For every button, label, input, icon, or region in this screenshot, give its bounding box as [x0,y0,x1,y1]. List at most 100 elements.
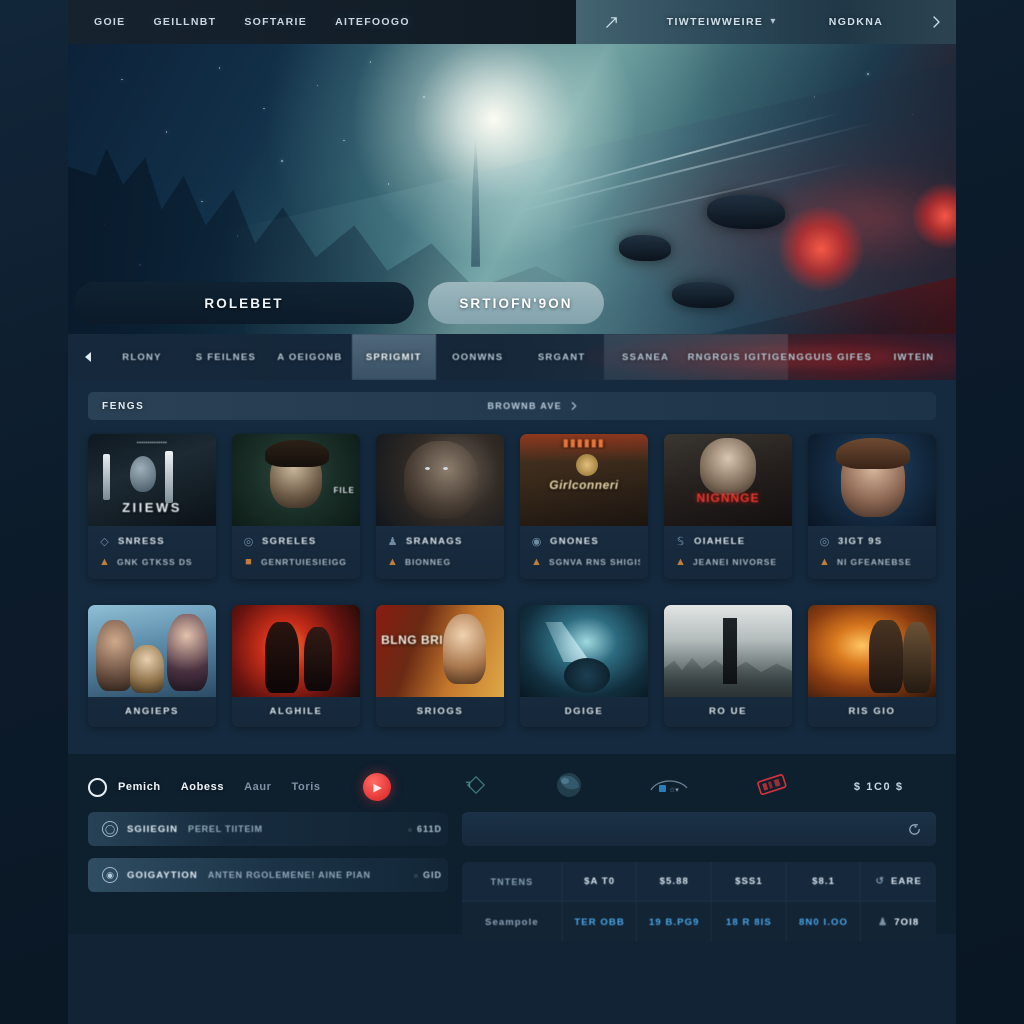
table-cell-text: 7OI8 [894,916,920,928]
top-nav-item-1[interactable]: GOIE [94,16,125,28]
media-card[interactable]: ▮▮▮▮▮▮ Girlconneri ◉ GNONES ▲ SGNVA RNS … [520,434,648,579]
content-area: FENGS BROWNB AVE ▪▪▪▪▪▪▪▪▪▪▪▪▪▪ ZIIEWS ◇… [68,380,956,754]
card-title: 3IGT 9S [838,536,883,547]
hero-secondary-button[interactable]: SRTIOFN'9ON [428,282,604,324]
poster-overlay-tagline: ▮▮▮▮▮▮ [562,437,606,449]
reload-icon[interactable] [907,822,922,837]
svg-text:☆▾: ☆▾ [669,786,679,794]
table-cell: TER OBB [562,902,638,942]
rising-arrow-icon[interactable] [576,0,646,44]
person-icon: ♟ [387,536,398,548]
category-item-2[interactable]: S FEILNES [184,334,268,380]
table-cell: $SS1 [712,862,787,902]
card-title: OIAHELE [694,536,746,547]
bottom-link-2[interactable]: Aobess [181,781,224,793]
media-card[interactable]: NIGNNGE 𝕊 OIAHELE ▲ JEANEI NIVORSE [664,434,792,579]
chevron-right-icon [571,402,577,410]
media-card[interactable]: ◎ 3IGT 9S ▲ NI GFEANEBSE [808,434,936,579]
sphere-icon[interactable] [554,771,584,804]
list-item[interactable]: ◯ SGIIEGIN PEREL TIITEIM ○ 611D [88,812,448,846]
list-item[interactable]: ◉ GOIGAYTION ANTEN RGOLEMENE! AINE PIAN … [88,858,448,892]
card-subtitle: JEANEI NIVORSE [693,556,777,567]
media-card[interactable]: ANGIEPS [88,605,216,727]
media-card[interactable]: RO UE [664,605,792,727]
card-subtitle: GENRTUIESIEIGG [261,556,347,567]
poster-image [232,605,360,697]
category-item-7[interactable]: SSANEA [603,334,688,380]
play-button[interactable]: ▶ [362,773,391,801]
list-item-name: SGIIEGIN [127,823,179,835]
list-item-value: ○ GID [414,870,448,880]
card-body: RIS GIO [808,697,936,727]
poster-image: FILE [232,434,360,526]
category-item-8[interactable]: RNGRGIS IGITIGE [687,334,789,380]
category-item-1[interactable]: RLONY [100,334,184,380]
hero-primary-button[interactable]: ROLEBET [74,282,414,324]
top-nav-next-button[interactable] [916,0,956,44]
category-item-5[interactable]: OONWNS [436,334,520,380]
list-item-desc: ANTEN RGOLEMENE! AINE PIAN [207,870,371,880]
media-card[interactable]: DGIGE [520,605,648,727]
category-item-4-active[interactable]: SPRIGMIT [351,334,436,380]
category-item-3[interactable]: A OEIGONB [268,334,352,380]
card-body: DGIGE [520,697,648,727]
top-nav-item-3[interactable]: SOFTARIE [244,16,307,28]
card-body: ANGIEPS [88,697,216,727]
price-indicator: $ 1C0 $ [853,781,904,793]
media-grid-row-1: ▪▪▪▪▪▪▪▪▪▪▪▪▪▪ ZIIEWS ◇ SNRESS ▲ GNK GTK… [88,434,936,579]
table-cell: Seampole [462,902,563,942]
media-card[interactable]: ALGHILE [232,605,360,727]
globe-icon: ◉ [102,867,118,883]
poster-image: ▪▪▪▪▪▪▪▪▪▪▪▪▪▪ ZIIEWS [88,434,216,526]
card-title: SRANAGS [406,536,463,547]
top-nav-account[interactable]: NGDKNA [796,0,916,44]
card-body: ◎ 3IGT 9S ▲ NI GFEANEBSE [808,526,936,579]
media-card[interactable]: FILE ◎ SGRELES ■ GENRTUIESIEIGG [232,434,360,579]
search-input[interactable] [462,812,936,846]
category-back-button[interactable] [68,334,100,380]
poster-image: NIGNNGE [664,434,792,526]
red-ticket-icon[interactable] [755,772,789,803]
category-item-6[interactable]: SRGANT [520,334,604,380]
category-item-9[interactable]: NGGUIS GIFES [788,334,872,380]
radio-circle-icon[interactable] [88,777,107,797]
card-title: GNONES [550,536,599,547]
card-body: SRIOGS [376,697,504,727]
gem-outline-icon[interactable] [463,774,489,801]
top-nav-left-group: GOIE GEILLNBT SOFTARIE AITEFOOGO [68,0,576,44]
bottom-list: ◯ SGIIEGIN PEREL TIITEIM ○ 611D ◉ GOIGAYT… [88,812,448,942]
card-title: RO UE [708,706,748,717]
bottom-link-4[interactable]: Toris [292,781,321,793]
media-card[interactable]: RIS GIO [808,605,936,727]
card-body: 𝕊 OIAHELE ▲ JEANEI NIVORSE [664,526,792,579]
card-title: DGIGE [564,706,604,717]
card-body: ◇ SNRESS ▲ GNK GTKSS DS [88,526,216,579]
arc-gauge-icon[interactable]: ☆▾ [648,773,690,802]
bullet-icon: ○ [407,827,413,834]
coin-icon: ◉ [531,536,542,548]
bottom-link-3[interactable]: Aaur [244,781,271,793]
top-nav-dropdown[interactable]: TIWTEIWWEIRE ▾ [646,0,796,44]
list-item-name: GOIGAYTION [127,869,198,881]
card-body: ◉ GNONES ▲ SGNVA RNS SHIGIS [520,526,648,579]
section-title: FENGS [102,400,145,412]
browse-all-link[interactable]: BROWNB AVE [144,401,922,411]
card-title: ALGHILE [269,706,323,717]
top-nav-item-2[interactable]: GEILLNBT [153,16,216,28]
card-body: ♟ SRANAGS ▲ BIONNEG [376,526,504,579]
media-card[interactable]: ▪▪▪▪▪▪▪▪▪▪▪▪▪▪ ZIIEWS ◇ SNRESS ▲ GNK GTK… [88,434,216,579]
media-card[interactable]: ♟ SRANAGS ▲ BIONNEG [376,434,504,579]
chevron-right-icon [933,16,940,28]
top-nav-account-label: NGDKNA [828,16,884,28]
table-cell: TNTENS [462,862,563,902]
poster-image [664,605,792,697]
category-item-10[interactable]: IWTEIN [872,334,956,380]
top-nav-dropdown-label: TIWTEIWWEIRE [666,16,764,28]
media-card[interactable]: BLNG BRIC SRIOGS [376,605,504,727]
circle-icon: ◎ [819,536,830,548]
poster-overlay-title: BLNG BRIC [381,632,443,647]
card-body: ◎ SGRELES ■ GENRTUIESIEIGG [232,526,360,579]
warning-triangle-icon: ▲ [819,555,830,568]
top-nav-item-4[interactable]: AITEFOOGO [335,16,410,28]
bottom-link-1[interactable]: Pemich [118,781,161,793]
